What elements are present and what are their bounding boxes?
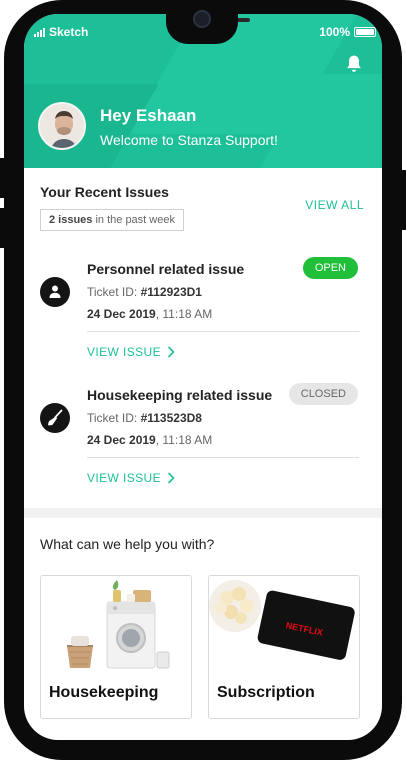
popcorn-netflix-card-illustration: NETFLIX	[209, 580, 355, 660]
divider	[87, 457, 359, 458]
date-value: 24 Dec 2019	[87, 433, 156, 447]
issue-title: Personnel related issue	[87, 261, 245, 277]
battery: 100%	[319, 25, 376, 39]
chevron-right-icon	[167, 346, 175, 358]
person-icon	[49, 285, 61, 298]
ticket-id: Ticket ID: #112923D1	[87, 285, 202, 299]
issue-card-personnel[interactable]: Personnel related issue OPEN Ticket ID: …	[24, 257, 382, 371]
camera-icon	[193, 10, 211, 28]
divider	[87, 331, 359, 332]
welcome-text: Welcome to Stanza Support!	[100, 132, 278, 148]
ticket-value: #113523D8	[140, 411, 202, 425]
broom-icon	[48, 409, 63, 426]
view-issue-label: VIEW ISSUE	[87, 471, 162, 485]
category-card-subscription[interactable]: NETFLIX Subscription	[208, 575, 360, 719]
help-title: What can we help you with?	[40, 536, 215, 552]
card-label: Subscription	[217, 684, 315, 701]
issue-icon-wrap	[40, 403, 70, 433]
view-issue-link[interactable]: VIEW ISSUE	[87, 471, 175, 485]
issue-date: 24 Dec 2019, 11:18 AM	[87, 433, 212, 447]
greeting-text: Hey Eshaan	[100, 106, 197, 125]
issue-title: Housekeeping related issue	[87, 387, 273, 403]
battery-label: 100%	[319, 25, 350, 39]
status-badge-open: OPEN	[302, 257, 358, 279]
section-separator	[24, 508, 382, 518]
view-issue-label: VIEW ISSUE	[87, 345, 162, 359]
view-all-link[interactable]: VIEW ALL	[305, 198, 364, 212]
issue-card-housekeeping[interactable]: Housekeeping related issue CLOSED Ticket…	[24, 383, 382, 497]
bell-icon[interactable]	[344, 54, 364, 74]
ticket-label: Ticket ID:	[87, 285, 141, 299]
issue-icon-wrap	[40, 277, 70, 307]
carrier-label: Sketch	[49, 25, 89, 39]
avatar[interactable]	[38, 102, 86, 150]
card-label: Housekeeping	[49, 684, 159, 701]
issues-count-badge: 2 issues in the past week	[40, 209, 184, 231]
ticket-label: Ticket ID:	[87, 411, 141, 425]
status-badge-closed: CLOSED	[288, 383, 358, 405]
signal-icon	[34, 27, 45, 37]
carrier: Sketch	[34, 25, 88, 39]
battery-icon	[354, 27, 376, 37]
camera-notch	[166, 0, 238, 44]
ticket-value: #112923D1	[140, 285, 202, 299]
issues-count: 2 issues	[49, 214, 93, 226]
view-issue-link[interactable]: VIEW ISSUE	[87, 345, 175, 359]
chevron-right-icon	[167, 472, 175, 484]
issue-date: 24 Dec 2019, 11:18 AM	[87, 307, 212, 321]
recent-issues-title: Your Recent Issues	[40, 184, 169, 200]
time-value: , 11:18 AM	[155, 433, 213, 447]
app-screen: Sketch 100% Hey Eshaan Welcome to Stanza…	[24, 14, 382, 740]
issues-count-suffix: in the past week	[92, 214, 175, 226]
date-value: 24 Dec 2019	[87, 307, 156, 321]
time-value: , 11:18 AM	[155, 307, 213, 321]
phone-mockup: Sketch 100% Hey Eshaan Welcome to Stanza…	[0, 0, 406, 760]
category-card-housekeeping[interactable]: Housekeeping	[40, 575, 192, 719]
washing-machine-illustration	[67, 580, 170, 669]
ticket-id: Ticket ID: #113523D8	[87, 411, 202, 425]
